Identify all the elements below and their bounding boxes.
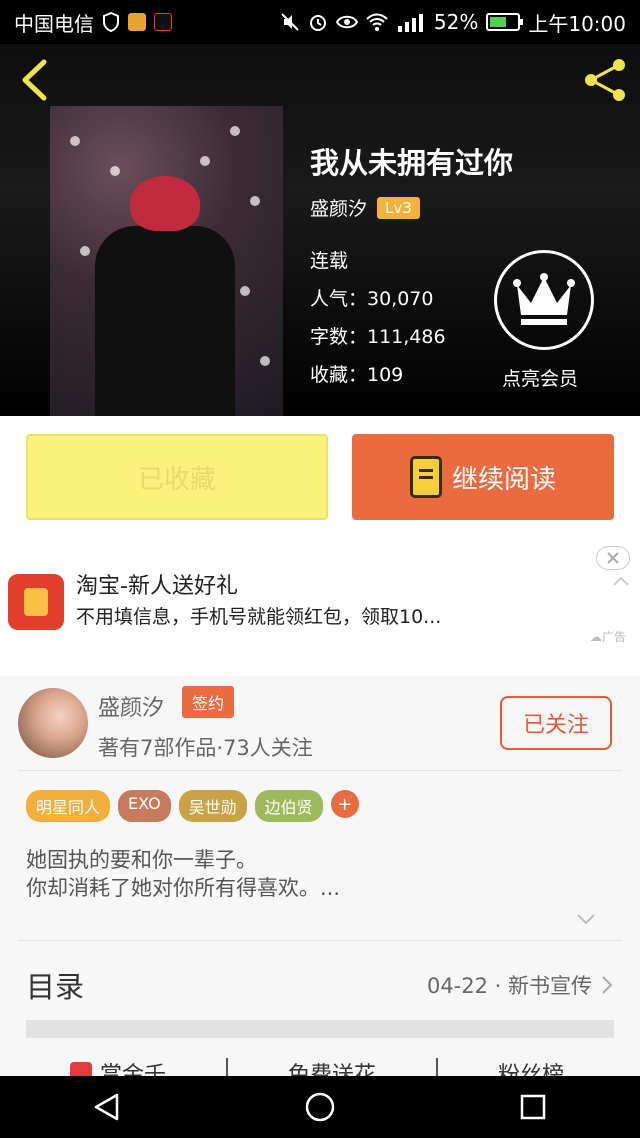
ad-description[interactable]: 不用填信息，手机号就能领红包，领取10... <box>76 602 486 629</box>
ad-tag: ☁广告 <box>590 630 627 644</box>
crown-icon <box>513 273 575 325</box>
signal-icon <box>397 14 423 32</box>
intro-line: 她固执的要和你一辈子。 <box>26 848 257 872</box>
author-name[interactable]: 盛颜汐 <box>310 194 367 221</box>
ad-title[interactable]: 淘宝-新人送好礼 <box>76 568 238 600</box>
divider <box>18 770 622 771</box>
square-recents-icon <box>521 1094 546 1120</box>
tag-item[interactable]: 明星同人 <box>26 790 111 822</box>
weibo-icon <box>128 13 146 31</box>
author-section-name[interactable]: 盛颜汐 <box>98 690 164 722</box>
chevron-down-icon[interactable] <box>576 912 596 926</box>
tag-item[interactable]: 边伯贤 <box>254 790 323 822</box>
book-intro[interactable]: 她固执的要和你一辈子。 你却消耗了她对你所有得喜欢。... <box>26 846 340 902</box>
clock: 上午10:00 <box>528 11 626 36</box>
section-spacer <box>26 1020 614 1038</box>
eye-icon <box>335 15 358 29</box>
share-icon <box>585 59 625 101</box>
vip-button[interactable] <box>494 250 594 350</box>
signed-badge: 签约 <box>182 686 235 718</box>
triangle-back-icon <box>94 1093 118 1121</box>
collected-button[interactable]: 已收藏 <box>26 434 328 520</box>
chevron-right-icon <box>602 976 613 994</box>
status-bar: 中国电信 52% 上午10:00 <box>0 0 640 44</box>
mute-icon <box>281 13 299 31</box>
collected-label: 已收藏 <box>137 464 216 495</box>
follow-button[interactable]: 已关注 <box>500 696 612 750</box>
favorite-count: 收藏：109 <box>310 364 404 386</box>
tiktok-icon <box>154 13 172 31</box>
nav-recents-button[interactable] <box>503 1082 563 1132</box>
close-icon <box>607 552 619 564</box>
navigation-bar <box>0 1076 640 1138</box>
author-row[interactable]: 盛颜汐 Lv3 <box>310 194 420 221</box>
action-bar: 已收藏 继续阅读 <box>0 416 640 540</box>
battery-icon <box>486 13 524 31</box>
tag-item[interactable]: 吴世勋 <box>178 790 247 822</box>
chevron-up-icon[interactable] <box>612 574 630 588</box>
shield-icon <box>103 12 119 32</box>
wifi-icon <box>366 13 388 31</box>
popularity: 人气：30,070 <box>310 288 434 310</box>
latest-chapter[interactable]: 04-22 · 新书宣传 <box>427 970 592 1000</box>
add-tag-button[interactable]: + <box>330 790 359 818</box>
tag-item[interactable]: EXO <box>118 790 171 822</box>
chevron-left-icon <box>22 59 47 101</box>
author-stats: 著有7部作品·73人关注 <box>98 736 313 760</box>
carrier-label: 中国电信 <box>14 11 94 36</box>
serial-status: 连载 <box>310 250 349 272</box>
continue-reading-label: 继续阅读 <box>451 464 556 495</box>
nav-home-button[interactable] <box>290 1082 350 1132</box>
book-title: 我从未拥有过你 <box>310 146 514 180</box>
battery-percent: 52% <box>433 10 479 34</box>
continue-reading-button[interactable]: 继续阅读 <box>352 434 614 520</box>
book-header: 我从未拥有过你 盛颜汐 Lv3 连载 人气：30,070 字数：111,486 … <box>0 44 640 416</box>
follow-label: 已关注 <box>522 713 589 738</box>
table-of-contents-row[interactable]: 目录 04-22 · 新书宣传 <box>26 960 614 1010</box>
intro-line: 你却消耗了她对你所有得喜欢。... <box>26 876 341 900</box>
avatar[interactable] <box>18 688 88 758</box>
taobao-logo-icon <box>8 574 64 630</box>
author-section: 盛颜汐 签约 著有7部作品·73人关注 已关注 明星同人 EXO 吴世勋 边伯贤… <box>0 676 640 1088</box>
book-cover[interactable] <box>50 106 283 416</box>
level-badge: Lv3 <box>377 196 420 219</box>
book-icon <box>409 456 442 498</box>
share-button[interactable] <box>580 56 630 104</box>
alarm-icon <box>309 15 326 31</box>
word-count: 字数：111,486 <box>310 326 446 348</box>
toc-title: 目录 <box>26 970 85 1004</box>
back-button[interactable] <box>14 56 54 104</box>
tag-list: 明星同人 EXO 吴世勋 边伯贤 + <box>26 790 359 822</box>
vip-label[interactable]: 点亮会员 <box>502 364 578 391</box>
ad-close-button[interactable] <box>596 546 630 570</box>
ad-banner[interactable]: 淘宝-新人送好礼 不用填信息，手机号就能领红包，领取10... ☁广告 <box>0 540 640 676</box>
divider <box>18 940 622 941</box>
nav-back-button[interactable] <box>77 1082 137 1132</box>
circle-home-icon <box>305 1092 335 1122</box>
